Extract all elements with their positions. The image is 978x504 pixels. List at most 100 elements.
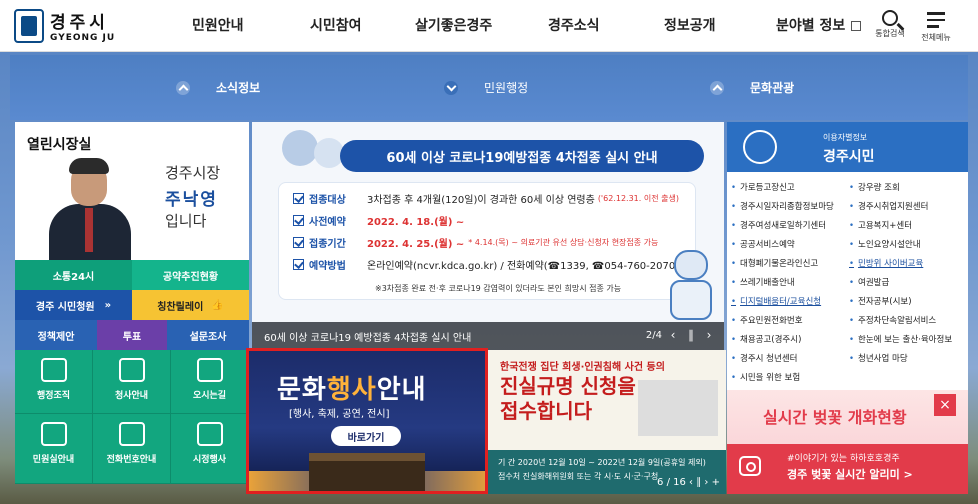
pause-icon[interactable]: ∥ [684, 328, 698, 342]
close-icon[interactable]: × [934, 394, 956, 416]
nav-news[interactable]: 경주소식 [548, 15, 600, 35]
vote-button[interactable]: 투표 [97, 320, 167, 350]
banner-info-box: 접종대상 3차접종 후 4개월(120일)이 경과한 60세 이상 연령층 ('62… [278, 182, 696, 300]
search-button[interactable]: 통합검색 [870, 10, 910, 39]
communication-24h-button[interactable]: 소통24시 [15, 260, 132, 290]
truth-commission-banner[interactable]: 한국전쟁 집단 희생·인권침해 사건 등의 진실규명 신청을 접수합니다 기 간 … [488, 350, 726, 494]
mayor-panel-title: 열린시장실 [27, 137, 92, 153]
tile-directions[interactable]: 오시는길 [171, 350, 249, 414]
nav-good-living[interactable]: 살기좋은경주 [415, 15, 492, 35]
mayor-photo [45, 156, 135, 260]
thumbs-up-icon: 👍 [211, 299, 224, 311]
citizen-link[interactable]: 고용복지+센터 [849, 219, 912, 231]
culture-title-highlight: 행사 [326, 375, 377, 405]
checkbox-icon [293, 193, 304, 204]
citizen-link[interactable]: 주요민원전화번호 [731, 314, 803, 326]
citizen-link[interactable]: 경주시 청년센터 [731, 352, 797, 364]
cherry-tagline: #이야기가 있는 하하호호경주 [787, 454, 900, 464]
prev-arrow-icon[interactable]: ‹ [689, 477, 693, 488]
citizen-link[interactable]: 공공서비스예약 [731, 238, 795, 250]
culture-title-part: 안내 [376, 375, 427, 405]
citizen-link[interactable]: 채용공고(경주시) [731, 333, 801, 345]
camera-icon [739, 456, 761, 476]
sub-navigation: 소식정보 민원행정 문화관광 [10, 55, 968, 120]
citizen-petition-button[interactable]: 경주 시민청원 » [15, 290, 132, 320]
site-header: 경주시 GYEONG JU 민원안내 시민참여 살기좋은경주 경주소식 정보공개… [0, 0, 978, 52]
phone-icon [118, 422, 145, 446]
subnav-culture[interactable]: 문화관광 [710, 79, 794, 96]
tile-city-events[interactable]: 시정행사 [171, 414, 249, 484]
citizen-link[interactable]: 청년사업 마당 [849, 352, 908, 364]
subnav-news[interactable]: 소식정보 [176, 79, 260, 96]
tile-label: 오시는길 [192, 391, 227, 401]
next-arrow-icon[interactable]: › [702, 328, 716, 342]
citizen-link[interactable]: 디지털배움터/교육신청 [731, 295, 821, 307]
citizen-link[interactable]: 경주시취업지원센터 [849, 200, 928, 212]
citizen-link[interactable]: 경주시일자리종합정보마당 [731, 200, 834, 212]
subnav-civil-label: 민원행정 [484, 81, 529, 95]
checkbox-icon [293, 215, 304, 226]
tile-civil-office[interactable]: 민원실안내 [15, 414, 93, 484]
nav-field-info[interactable]: 분야별 정보 [776, 15, 862, 35]
citizen-title: 경주시민 [823, 149, 875, 165]
tile-admin-org[interactable]: 행정조직 [15, 350, 93, 414]
cherry-band[interactable]: #이야기가 있는 하하호호경주 경주 벚꽃 실시간 알리미 > [727, 444, 968, 494]
banner-caption: 60세 이상 코로나19 예방접종 4차접종 실시 안내 [264, 332, 472, 344]
document-icon [40, 422, 67, 446]
nav-field-info-label: 분야별 정보 [776, 18, 846, 34]
covid-vaccine-banner[interactable]: 60세 이상 코로나19예방접종 4차접종 실시 안내 접종대상 3차접종 후 4… [252, 122, 724, 322]
citizen-link[interactable]: 쓰레기배출안내 [731, 276, 795, 288]
citizen-link[interactable]: 노인요양시설안내 [849, 238, 921, 250]
row-text: 3차접종 후 4개월(120일)이 경과한 60세 이상 연령층 [367, 195, 595, 206]
banner-row-target: 접종대상 3차접종 후 4개월(120일)이 경과한 60세 이상 연령층 ('62… [293, 191, 679, 206]
policy-proposal-button[interactable]: 정책제안 [15, 320, 97, 350]
citizen-link[interactable]: 주정차단속알림서비스 [849, 314, 936, 326]
praise-relay-button[interactable]: 칭찬릴레이 👍 [132, 290, 249, 320]
pause-icon[interactable]: ∥ [696, 477, 701, 488]
citizen-link[interactable]: 전자공부(시보) [849, 295, 912, 307]
citizen-link[interactable]: 민방위 사이버교육 [849, 257, 923, 269]
mayor-suffix: 입니다 [165, 212, 207, 230]
citizen-link[interactable]: 경주여성새로일하기센터 [731, 219, 826, 231]
culture-go-button[interactable]: 바로가기 [331, 426, 401, 446]
citizen-info-panel: 이용자별정보 경주시민 가로등고장신고 강우량 조회 경주시일자리종합정보마당 … [727, 122, 968, 390]
subnav-civil[interactable]: 민원행정 [444, 79, 528, 96]
double-chevron-icon: » [104, 299, 112, 311]
citizen-link[interactable]: 여권발급 [849, 276, 889, 288]
truth-title-line: 접수합니다 [500, 399, 592, 423]
citizen-link[interactable]: 강우량 조회 [849, 181, 900, 193]
nav-citizen-participation[interactable]: 시민참여 [310, 15, 362, 35]
flag-illustration [638, 380, 718, 436]
culture-events-banner[interactable]: 문화행사안내 [행사, 축제, 공연, 전시] 바로가기 [246, 348, 488, 494]
banner-row-period: 접종기간 2022. 4. 25.(월) ~ * 4.14.(목) ~ 의료기관 유… [293, 235, 658, 250]
tile-label: 청사안내 [114, 391, 149, 401]
pavilion-illustration [309, 453, 425, 491]
citizen-link[interactable]: 시민을 위한 보험 [731, 371, 800, 383]
row-text: 2022. 4. 25.(월) ~ [367, 239, 465, 250]
people-icon [40, 358, 67, 382]
survey-button[interactable]: 설문조사 [167, 320, 249, 350]
cherry-blossom-banner[interactable]: 실시간 벚꽃 개화현황 × #이야기가 있는 하하호호경주 경주 벚꽃 실시간 … [727, 390, 968, 494]
row-note: * 4.14.(목) ~ 의료기관 유선 상담·신청자 현장접종 가능 [468, 238, 659, 247]
nav-public-info[interactable]: 정보공개 [664, 15, 716, 35]
search-label: 통합검색 [875, 29, 905, 38]
city-emblem-icon [14, 8, 44, 43]
tile-building-info[interactable]: 청사안내 [93, 350, 171, 414]
mayor-role: 경주시장 [165, 164, 221, 182]
plus-icon[interactable]: + [712, 477, 720, 488]
prev-arrow-icon[interactable]: ‹ [666, 328, 680, 342]
culture-title-part: 문화 [277, 375, 327, 405]
citizen-link[interactable]: 대형폐기물온라인신고 [731, 257, 818, 269]
banner-caption-bar: 60세 이상 코로나19 예방접종 4차접종 실시 안내 2/4 ‹ ∥ › [252, 322, 724, 350]
next-arrow-icon[interactable]: › [704, 477, 708, 488]
mayor-panel[interactable]: 열린시장실 경주시장 주낙영 입니다 [15, 122, 249, 260]
citizen-link[interactable]: 한눈에 보는 출산·육아정보 [849, 333, 952, 345]
truth-page-indicator: 6 / 16 [657, 477, 686, 488]
citizen-link[interactable]: 가로등고장신고 [731, 181, 795, 193]
row-label: 접종기간 [309, 239, 346, 250]
tile-phone-directory[interactable]: 전화번호안내 [93, 414, 171, 484]
pledge-status-button[interactable]: 공약추진현황 [132, 260, 249, 290]
full-menu-button[interactable]: 전체메뉴 [916, 10, 956, 43]
nav-civil-info[interactable]: 민원안내 [192, 15, 244, 35]
site-logo[interactable]: 경주시 GYEONG JU [14, 8, 115, 43]
